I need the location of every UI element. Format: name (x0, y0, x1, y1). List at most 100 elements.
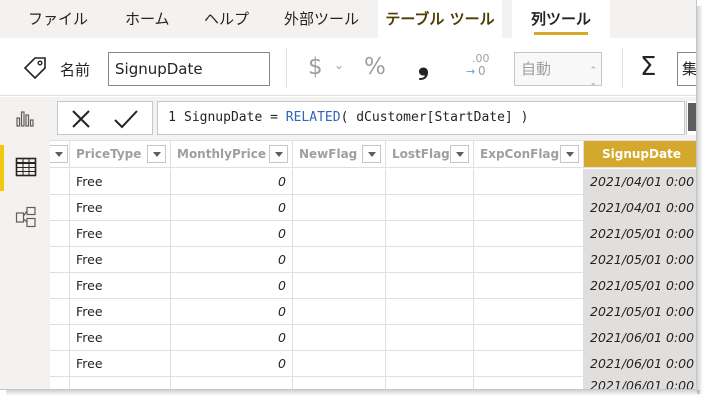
signupdate-cell[interactable]: 2021/06/01 0:00 (584, 351, 696, 377)
formula-scrollbar[interactable] (686, 101, 696, 135)
menu-help[interactable]: ヘルプ (204, 0, 249, 38)
monthlyprice-cell[interactable]: 0 (171, 169, 293, 195)
cancel-formula-icon[interactable] (69, 107, 93, 131)
pricetype-cell[interactable]: Free (70, 351, 171, 377)
signupdate-cell[interactable]: 2021/06/01 0:00 (584, 325, 696, 351)
newflag-cell[interactable] (293, 325, 386, 351)
pricetype-cell[interactable] (70, 377, 171, 389)
lostflag-cell[interactable] (386, 247, 474, 273)
previous-cell[interactable] (50, 325, 70, 351)
expconflag-cell[interactable] (474, 273, 584, 299)
filter-dropdown-icon[interactable] (50, 145, 68, 163)
previous-cell[interactable] (50, 299, 70, 325)
menu-home[interactable]: ホーム (125, 0, 170, 38)
pricetype-cell[interactable]: Free (70, 221, 171, 247)
expconflag-cell[interactable] (474, 351, 584, 377)
column-header-previous[interactable] (50, 141, 70, 168)
signupdate-cell[interactable]: 2021/05/01 0:00 (584, 299, 696, 325)
previous-cell[interactable] (50, 377, 70, 389)
expconflag-cell[interactable] (474, 169, 584, 195)
currency-button[interactable]: $ (308, 54, 323, 80)
formula-input[interactable]: 1 SignupDate = RELATED( dCustomer[StartDa… (157, 101, 685, 135)
monthlyprice-cell[interactable]: 0 (171, 325, 293, 351)
signupdate-cell[interactable]: 2021/06/01 0:00 (584, 377, 696, 389)
newflag-cell[interactable] (293, 169, 386, 195)
model-view-button[interactable] (0, 195, 50, 241)
column-header-lostflag[interactable]: LostFlag (386, 141, 474, 168)
data-view-button[interactable] (0, 145, 50, 191)
newflag-cell[interactable] (293, 351, 386, 377)
monthlyprice-cell[interactable]: 0 (171, 195, 293, 221)
lostflag-cell[interactable] (386, 169, 474, 195)
expconflag-cell[interactable] (474, 299, 584, 325)
menu-bar: ファイル ホーム ヘルプ 外部ツール テーブル ツール 列ツール (0, 0, 696, 38)
commit-formula-icon[interactable] (113, 108, 139, 130)
pricetype-cell[interactable]: Free (70, 247, 171, 273)
column-header-pricetype[interactable]: PriceType (70, 141, 171, 168)
previous-cell[interactable] (50, 169, 70, 195)
newflag-cell[interactable] (293, 195, 386, 221)
lostflag-cell[interactable] (386, 377, 474, 389)
lostflag-cell[interactable] (386, 351, 474, 377)
pricetype-cell[interactable]: Free (70, 169, 171, 195)
expconflag-cell[interactable] (474, 247, 584, 273)
newflag-cell[interactable] (293, 299, 386, 325)
newflag-cell[interactable] (293, 377, 386, 389)
lostflag-cell[interactable] (386, 273, 474, 299)
column-name-input[interactable] (108, 52, 270, 86)
monthlyprice-cell[interactable]: 0 (171, 221, 293, 247)
monthlyprice-cell[interactable]: 0 (171, 247, 293, 273)
spin-down-icon[interactable]: ⌄ (589, 67, 597, 99)
signupdate-cell[interactable]: 2021/05/01 0:00 (584, 247, 696, 273)
previous-cell[interactable] (50, 351, 70, 377)
expconflag-cell[interactable] (474, 325, 584, 351)
column-header-expconflag[interactable]: ExpConFlag (474, 141, 584, 168)
comma-style-button[interactable]: ❟ (418, 48, 429, 82)
monthlyprice-cell[interactable] (171, 377, 293, 389)
filter-dropdown-icon[interactable] (362, 145, 381, 163)
filter-dropdown-icon[interactable] (147, 145, 166, 163)
signupdate-cell[interactable]: 2021/05/01 0:00 (584, 221, 696, 247)
report-view-button[interactable] (0, 97, 50, 143)
column-header-monthlyprice[interactable]: MonthlyPrice (171, 141, 293, 168)
pricetype-cell[interactable]: Free (70, 325, 171, 351)
monthlyprice-cell[interactable]: 0 (171, 299, 293, 325)
menu-external-tools[interactable]: 外部ツール (284, 0, 359, 38)
newflag-cell[interactable] (293, 273, 386, 299)
filter-dropdown-icon[interactable] (450, 145, 469, 163)
lostflag-cell[interactable] (386, 195, 474, 221)
lostflag-cell[interactable] (386, 221, 474, 247)
monthlyprice-cell[interactable]: 0 (171, 351, 293, 377)
signupdate-cell[interactable]: 2021/04/01 0:00 (584, 169, 696, 195)
signupdate-cell[interactable]: 2021/05/01 0:00 (584, 273, 696, 299)
column-header-newflag[interactable]: NewFlag (293, 141, 386, 168)
lostflag-cell[interactable] (386, 299, 474, 325)
expconflag-cell[interactable] (474, 377, 584, 389)
newflag-cell[interactable] (293, 221, 386, 247)
menu-file[interactable]: ファイル (28, 0, 88, 38)
column-header-signupdate[interactable]: SignupDate (584, 141, 696, 168)
pricetype-cell[interactable]: Free (70, 299, 171, 325)
signupdate-cell[interactable]: 2021/04/01 0:00 (584, 195, 696, 221)
menu-column-tools[interactable]: 列ツール (512, 0, 610, 38)
filter-dropdown-icon[interactable] (560, 145, 579, 163)
previous-cell[interactable] (50, 273, 70, 299)
lostflag-cell[interactable] (386, 325, 474, 351)
currency-dropdown-chevron-icon[interactable]: ⌄ (334, 58, 344, 72)
filter-dropdown-icon[interactable] (269, 145, 288, 163)
summarization-dropdown[interactable]: 集 (677, 52, 696, 86)
percent-button[interactable]: % (364, 54, 386, 80)
expconflag-cell[interactable] (474, 195, 584, 221)
pricetype-cell[interactable]: Free (70, 273, 171, 299)
menu-table-tools[interactable]: テーブル ツール (378, 0, 502, 38)
newflag-cell[interactable] (293, 247, 386, 273)
expconflag-cell[interactable] (474, 221, 584, 247)
decimal-places-spinner[interactable]: 自動 ⌃ ⌄ (514, 52, 602, 88)
previous-cell[interactable] (50, 221, 70, 247)
pricetype-cell[interactable]: Free (70, 195, 171, 221)
previous-cell[interactable] (50, 195, 70, 221)
monthlyprice-cell[interactable]: 0 (171, 273, 293, 299)
formula-scrollbar-thumb[interactable] (688, 103, 696, 131)
previous-cell[interactable] (50, 247, 70, 273)
decrease-decimal-button[interactable]: .00 → 0 (466, 52, 492, 82)
